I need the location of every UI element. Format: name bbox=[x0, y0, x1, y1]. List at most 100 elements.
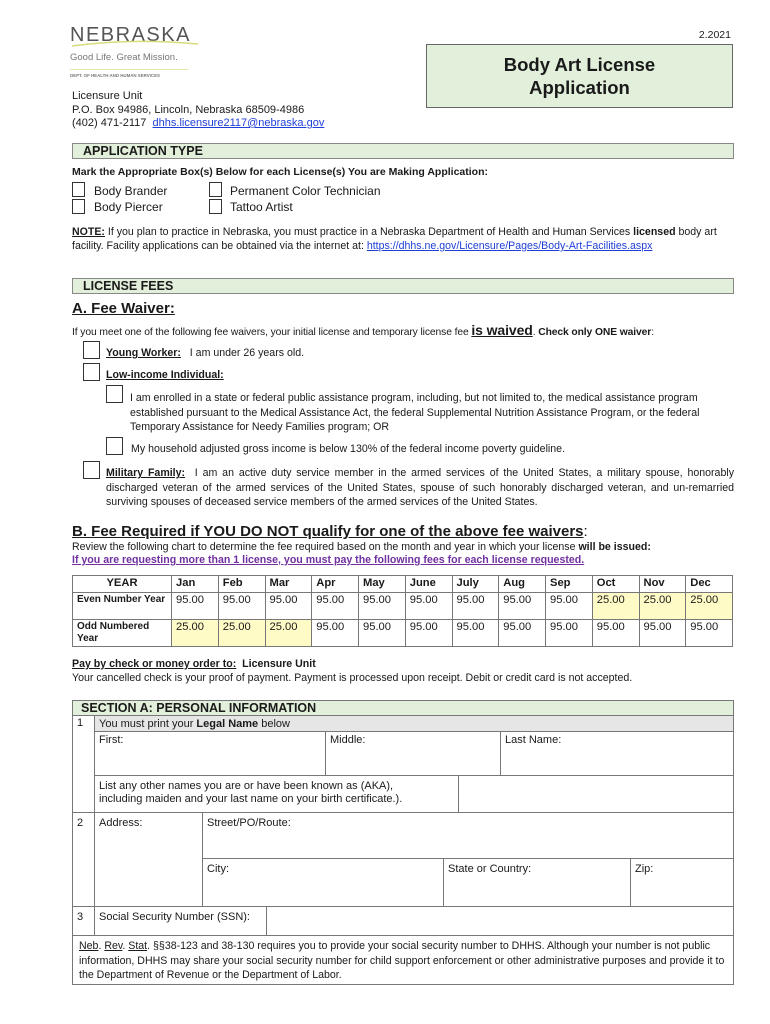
military-family-label: Military Family: bbox=[106, 467, 186, 479]
month-header: June bbox=[404, 575, 453, 593]
fee-waiver-title: A. Fee Waiver: bbox=[72, 300, 175, 317]
fee-review-text: Review the following chart to determine … bbox=[72, 541, 651, 553]
address-block: Licensure Unit P.O. Box 94986, Lincoln, … bbox=[72, 90, 324, 131]
zip-field[interactable]: Zip: bbox=[630, 858, 734, 907]
ssn-field[interactable] bbox=[266, 906, 734, 936]
month-header: July bbox=[451, 575, 500, 593]
review-text: Review the following chart to determine … bbox=[72, 541, 579, 553]
month-header: Mar bbox=[264, 575, 313, 593]
pay-label: Pay by check or money order to: bbox=[72, 658, 237, 670]
aka-label-cell: List any other names you are or have bee… bbox=[94, 775, 459, 813]
license-fees-header: LICENSE FEES bbox=[72, 278, 734, 294]
section-a-header: SECTION A: PERSONAL INFORMATION bbox=[72, 700, 734, 716]
military-family-option: Military Family: I am an active duty ser… bbox=[106, 466, 734, 510]
fee-cell: 95.00 bbox=[498, 592, 546, 620]
email-link[interactable]: dhhs.licensure2117@nebraska.gov bbox=[153, 117, 325, 129]
even-year-row: Even Number Year 95.00 95.00 95.00 95.00… bbox=[72, 592, 733, 620]
household-income-checkbox[interactable] bbox=[106, 437, 123, 455]
young-worker-checkbox[interactable] bbox=[83, 341, 100, 359]
aka-field[interactable] bbox=[458, 775, 734, 813]
young-worker-option: Young Worker: I am under 26 years old. bbox=[106, 347, 304, 359]
statute-stat: Stat bbox=[128, 940, 148, 952]
form-title-line2: Application bbox=[529, 77, 630, 98]
middle-name-field[interactable]: Middle: bbox=[325, 731, 501, 776]
fee-cell-reduced: 25.00 bbox=[591, 592, 640, 620]
military-family-checkbox[interactable] bbox=[83, 461, 100, 479]
month-header: Apr bbox=[311, 575, 359, 593]
fee-cell: 95.00 bbox=[217, 592, 266, 620]
state-country-field[interactable]: State or Country: bbox=[443, 858, 631, 907]
row-number-text: 2 bbox=[77, 817, 84, 829]
row-number-1: 1 bbox=[72, 715, 95, 813]
odd-year-row: Odd Numbered Year 25.00 25.00 25.00 95.0… bbox=[72, 619, 733, 647]
logo-tagline: Good Life. Great Mission. bbox=[70, 52, 178, 63]
middle-name-label: Middle: bbox=[330, 734, 366, 746]
last-name-field[interactable]: Last Name: bbox=[500, 731, 734, 776]
review-bold: will be issued: bbox=[578, 541, 651, 553]
body-brander-checkbox[interactable] bbox=[72, 182, 85, 197]
phone: (402) 471-2117 bbox=[72, 117, 147, 129]
first-name-label: First: bbox=[99, 734, 124, 746]
tattoo-artist-label: Tattoo Artist bbox=[230, 200, 293, 214]
application-type-instruction: Mark the Appropriate Box(s) Below for ea… bbox=[72, 166, 488, 178]
state-country-label: State or Country: bbox=[448, 863, 532, 875]
ssn-statute-note: Neb. Rev. Stat. §§38-123 and 38-130 requ… bbox=[72, 935, 734, 985]
year-header: YEAR bbox=[72, 575, 172, 593]
row-number-2: 2 bbox=[72, 812, 95, 907]
statute-rev: Rev bbox=[104, 940, 123, 952]
row-label: Odd Numbered Year bbox=[72, 619, 172, 647]
permanent-color-technician-checkbox[interactable] bbox=[209, 182, 222, 197]
young-worker-text: I am under 26 years old. bbox=[189, 347, 305, 359]
fee-cell: 95.00 bbox=[451, 592, 500, 620]
public-assistance-text: I am enrolled in a state or federal publ… bbox=[130, 392, 700, 433]
permanent-color-technician-label: Permanent Color Technician bbox=[230, 184, 381, 198]
legal-name-instruction: You must print your Legal Name below bbox=[94, 715, 734, 732]
legal-name-pre: You must print your bbox=[99, 718, 197, 730]
military-family-text: I am an active duty service member in th… bbox=[106, 467, 734, 508]
row-number-text: 3 bbox=[77, 911, 84, 923]
statute-text: §§38-123 and 38-130 requires you to prov… bbox=[79, 940, 725, 981]
body-piercer-checkbox[interactable] bbox=[72, 199, 85, 214]
body-piercer-label: Body Piercer bbox=[94, 200, 163, 214]
statute-neb: Neb bbox=[79, 940, 99, 952]
fee-cell: 95.00 bbox=[498, 619, 546, 647]
month-header: Nov bbox=[638, 575, 687, 593]
fee-required-title-text: B. Fee Required if YOU DO NOT qualify fo… bbox=[72, 523, 584, 540]
fee-table-header-row: YEAR Jan Feb Mar Apr May June July Aug S… bbox=[72, 575, 733, 593]
household-income-text: My household adjusted gross income is be… bbox=[131, 443, 566, 455]
fee-cell: 95.00 bbox=[685, 619, 733, 647]
aka-label-line2: including maiden and your last name on y… bbox=[99, 793, 403, 805]
last-name-label: Last Name: bbox=[505, 734, 562, 746]
fee-required-title: B. Fee Required if YOU DO NOT qualify fo… bbox=[72, 523, 588, 540]
street-field[interactable]: Street/PO/Route: bbox=[202, 812, 734, 859]
public-assistance-checkbox[interactable] bbox=[106, 385, 123, 403]
payment-instructions: Pay by check or money order to: Licensur… bbox=[72, 658, 632, 685]
fee-table: YEAR Jan Feb Mar Apr May June July Aug S… bbox=[72, 575, 733, 647]
legal-name-post: below bbox=[258, 718, 290, 730]
facility-link[interactable]: https://dhhs.ne.gov/Licensure/Pages/Body… bbox=[367, 240, 653, 252]
fee-cell-reduced: 25.00 bbox=[264, 619, 313, 647]
licensure-unit: Licensure Unit bbox=[72, 90, 143, 102]
first-name-field[interactable]: First: bbox=[94, 731, 326, 776]
fee-cell-reduced: 25.00 bbox=[685, 592, 733, 620]
ssn-label-cell: Social Security Number (SSN): bbox=[94, 906, 267, 936]
address-label-cell: Address: bbox=[94, 812, 203, 907]
month-header: May bbox=[358, 575, 406, 593]
address-label: Address: bbox=[99, 817, 143, 829]
fee-cell-reduced: 25.00 bbox=[638, 592, 687, 620]
month-header: Oct bbox=[591, 575, 640, 593]
row-label: Even Number Year bbox=[72, 592, 172, 620]
facility-note: NOTE: If you plan to practice in Nebrask… bbox=[72, 225, 732, 253]
fee-cell: 95.00 bbox=[311, 619, 359, 647]
city-field[interactable]: City: bbox=[202, 858, 444, 907]
month-header: Sep bbox=[545, 575, 593, 593]
fee-cell: 95.00 bbox=[404, 592, 453, 620]
low-income-checkbox[interactable] bbox=[83, 363, 100, 381]
nebraska-logo: NEBRASKA Good Life. Great Mission. DEPT.… bbox=[70, 24, 200, 78]
month-header: Feb bbox=[217, 575, 266, 593]
fee-cell-reduced: 25.00 bbox=[171, 619, 219, 647]
waiver-intro-colon: : bbox=[651, 327, 654, 338]
young-worker-label: Young Worker: bbox=[106, 347, 181, 359]
fee-cell: 95.00 bbox=[545, 619, 593, 647]
tattoo-artist-checkbox[interactable] bbox=[209, 199, 222, 214]
